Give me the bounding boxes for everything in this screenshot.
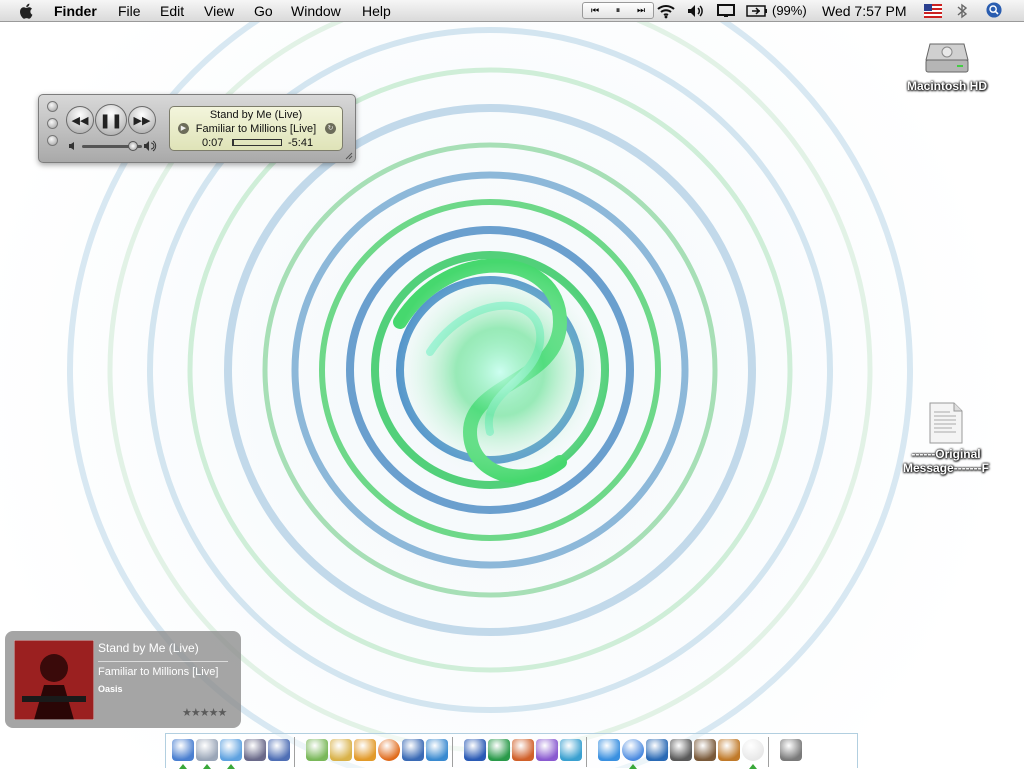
volume-slider-knob[interactable] (128, 141, 138, 151)
dock-separator (294, 737, 295, 767)
dock-itunes-icon[interactable] (622, 739, 644, 761)
album-name: Familiar to Millions [Live] (195, 123, 317, 135)
dock-preview-icon[interactable] (244, 739, 266, 761)
dock-running-indicator (227, 764, 235, 769)
dock-script-icon[interactable] (330, 739, 352, 761)
dock-safari-icon[interactable] (220, 739, 242, 761)
dock-thunderbird-icon[interactable] (402, 739, 424, 761)
dock-running-indicator (629, 764, 637, 769)
next-track-icon[interactable]: ⏭ (630, 4, 652, 17)
dock-separator (586, 737, 587, 767)
dock-excel-icon[interactable] (488, 739, 510, 761)
dock-messenger-icon[interactable] (560, 739, 582, 761)
dock-separator (768, 737, 769, 767)
itunes-menu-controls: ⏮ ⏸ ⏭ (582, 2, 654, 19)
dock-firefox-icon[interactable] (378, 739, 400, 761)
menu-app-name[interactable]: Finder (54, 2, 97, 20)
close-button[interactable] (47, 101, 58, 112)
volume-icon[interactable] (686, 3, 706, 19)
growl-title: Stand by Me (Live) (98, 641, 199, 655)
dock-keynote-icon[interactable] (268, 739, 290, 761)
pause-icon: ❚❚ (99, 111, 123, 128)
dock-running-indicator (203, 764, 211, 769)
menu-clock[interactable]: Wed 7:57 PM (822, 2, 907, 20)
file-label-line2: Message-------F (903, 461, 989, 475)
menu-help[interactable]: Help (362, 2, 391, 20)
hard-drive-icon (925, 43, 969, 73)
dock-idvd-icon[interactable] (694, 739, 716, 761)
dock-powerpoint-icon[interactable] (512, 739, 534, 761)
itunes-mini-player: ◀◀ ❚❚ ▶▶ Stand by Me (Live) ▶ Familiar t… (38, 94, 356, 163)
menu-view[interactable]: View (204, 2, 234, 20)
dock-ical-icon[interactable] (742, 739, 764, 761)
rewind-icon: ◀◀ (71, 114, 89, 127)
dock-iphoto-icon[interactable] (646, 739, 668, 761)
menu-edit[interactable]: Edit (160, 2, 184, 20)
dock-ichat-icon[interactable] (598, 739, 620, 761)
growl-notification[interactable]: Stand by Me (Live) Familiar to Millions … (5, 631, 241, 728)
dock-separator (452, 737, 453, 767)
elapsed-time: 0:07 (202, 137, 224, 149)
remaining-time: -5:41 (288, 137, 314, 149)
growl-divider (98, 661, 228, 662)
fast-forward-icon: ▶▶ (133, 114, 151, 127)
bluetooth-icon[interactable] (956, 3, 968, 19)
menu-file[interactable]: File (118, 2, 141, 20)
lcd-snapback-icon[interactable]: ↻ (325, 123, 336, 134)
dock-running-indicator (749, 764, 757, 769)
display-icon[interactable] (716, 3, 736, 19)
battery-percent: (99%) (772, 3, 807, 18)
dock-garageband-icon[interactable] (718, 739, 740, 761)
pause-button[interactable]: ❚❚ (95, 104, 127, 136)
menu-go[interactable]: Go (254, 2, 273, 20)
dock-trash-icon[interactable] (780, 739, 802, 761)
dock-sketch-icon[interactable] (306, 739, 328, 761)
pause-menu-icon[interactable]: ⏸ (607, 4, 629, 17)
minimize-button[interactable] (47, 118, 58, 129)
spotlight-icon[interactable] (985, 2, 1003, 18)
resize-grip-icon[interactable] (345, 152, 353, 160)
previous-track-icon[interactable]: ⏮ (584, 4, 606, 17)
dock-mail-icon[interactable] (196, 739, 218, 761)
album-art (13, 639, 95, 721)
dock-imovie-icon[interactable] (670, 739, 692, 761)
volume-low-icon (69, 142, 74, 150)
text-document-icon (929, 402, 963, 444)
volume-slider[interactable] (82, 141, 142, 151)
rewind-button[interactable]: ◀◀ (66, 106, 94, 134)
macintosh-hd-icon[interactable]: Macintosh HD (900, 30, 994, 93)
rating-stars: ★★★★★ (182, 707, 227, 719)
menu-bar: Finder File Edit View Go Window Help ⏮ ⏸… (0, 0, 1024, 22)
document-file-icon[interactable]: ------Original Message-------F (890, 402, 1002, 475)
dock-finder-icon[interactable] (172, 739, 194, 761)
wifi-icon[interactable] (656, 3, 676, 19)
fast-forward-button[interactable]: ▶▶ (128, 106, 156, 134)
dock-running-indicator (179, 764, 187, 769)
apple-menu-icon[interactable] (18, 2, 36, 20)
zoom-button[interactable] (47, 135, 58, 146)
album-cover-image (13, 639, 95, 721)
dock-network-icon[interactable] (426, 739, 448, 761)
growl-album: Familiar to Millions [Live] (98, 666, 219, 678)
dock (165, 733, 858, 769)
volume-high-icon (144, 140, 157, 152)
menu-window[interactable]: Window (291, 2, 341, 20)
file-label-line1: ------Original (911, 447, 981, 461)
dock-entourage-icon[interactable] (536, 739, 558, 761)
battery-icon[interactable] (746, 3, 768, 19)
progress-bar[interactable] (232, 139, 282, 146)
dock-stuffit-icon[interactable] (354, 739, 376, 761)
us-flag-icon[interactable] (924, 3, 942, 19)
dock-word-icon[interactable] (464, 739, 486, 761)
hd-label: Macintosh HD (906, 79, 987, 93)
track-title: Stand by Me (Live) (209, 109, 303, 121)
growl-artist: Oasis (98, 684, 123, 694)
lcd-display[interactable]: Stand by Me (Live) ▶ Familiar to Million… (169, 106, 343, 151)
progress-fill (233, 140, 234, 145)
